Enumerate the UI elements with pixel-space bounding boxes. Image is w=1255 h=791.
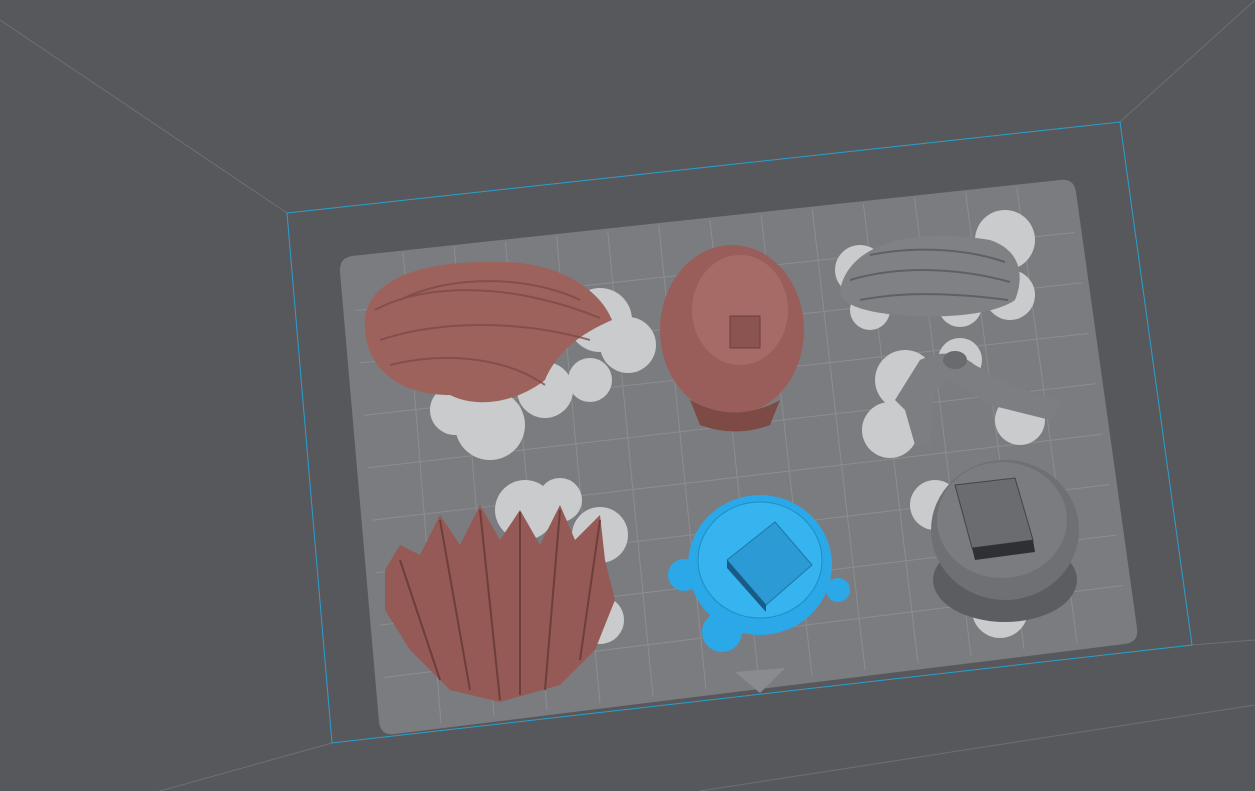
- model-grey-round-base[interactable]: [931, 460, 1079, 622]
- support-halo: [600, 317, 656, 373]
- 3d-viewport[interactable]: [0, 0, 1255, 791]
- support-halo: [568, 358, 612, 402]
